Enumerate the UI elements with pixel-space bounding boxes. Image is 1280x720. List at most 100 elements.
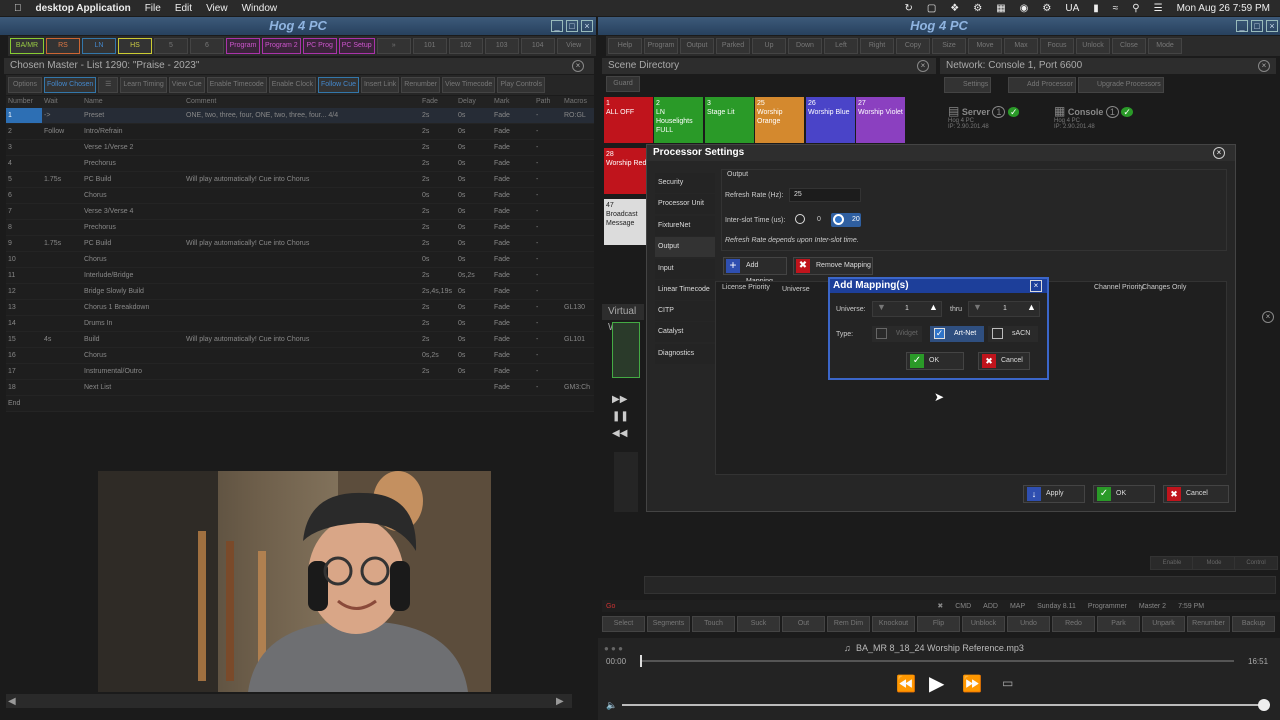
toolbar-button[interactable]: View <box>556 38 591 54</box>
window-icon[interactable]: ▢ <box>927 3 936 14</box>
cue-row[interactable]: 8 Prechorus 2s 0s Fade - <box>6 220 594 236</box>
cue-cell-macro[interactable] <box>562 364 594 379</box>
cue-cell-comment[interactable] <box>184 348 420 363</box>
cue-cell-comment[interactable] <box>184 364 420 379</box>
column-header[interactable]: Comment <box>184 96 420 108</box>
search-icon[interactable]: ⚲ <box>1132 3 1139 14</box>
cue-cell-mark[interactable] <box>492 396 534 411</box>
cue-cell-wait[interactable] <box>42 252 82 267</box>
cue-cell-wait[interactable] <box>42 364 82 379</box>
col-license-priority[interactable]: License Priority <box>722 284 772 291</box>
cue-cell-wait[interactable] <box>42 188 82 203</box>
cue-cell-macro[interactable] <box>562 204 594 219</box>
cue-row[interactable]: 11 Interlude/Bridge 2s 0s,2s Fade - <box>6 268 594 284</box>
close-icon[interactable]: × <box>917 60 929 72</box>
cue-row[interactable]: End <box>6 396 594 412</box>
cue-cell-wait[interactable] <box>42 300 82 315</box>
key-button[interactable]: Segments <box>647 616 690 632</box>
cue-cell-name[interactable]: Chorus 1 Breakdown <box>82 300 184 315</box>
key-button[interactable]: Redo <box>1052 616 1095 632</box>
key-button[interactable]: Unblock <box>962 616 1005 632</box>
interslot-radio-0[interactable] <box>795 214 805 224</box>
control-button[interactable]: Control <box>1234 556 1278 570</box>
cue-cell-fade[interactable]: 2s <box>420 332 456 347</box>
cue-row[interactable]: 2 Follow Intro/Refrain 2s 0s Fade - <box>6 124 594 140</box>
key-button[interactable]: Flip <box>917 616 960 632</box>
back-icon[interactable]: ◀◀ <box>612 428 627 439</box>
control-center-icon[interactable]: ☰ <box>1154 3 1163 14</box>
cue-cell-wait[interactable] <box>42 316 82 331</box>
cue-cell-name[interactable]: Verse 1/Verse 2 <box>82 140 184 155</box>
nav-catalyst[interactable]: Catalyst <box>655 322 715 342</box>
cue-cell-mark[interactable]: Fade <box>492 284 534 299</box>
key-button[interactable]: Select <box>602 616 645 632</box>
cue-cell-name[interactable]: Prechorus <box>82 156 184 171</box>
horizontal-scrollbar[interactable] <box>6 694 572 708</box>
cue-cell-mark[interactable]: Fade <box>492 188 534 203</box>
toolbar-button[interactable]: Parked <box>716 38 750 54</box>
menu-edit[interactable]: Edit <box>175 3 192 14</box>
cue-cell-mark[interactable]: Fade <box>492 364 534 379</box>
maximize-icon[interactable]: □ <box>1251 20 1263 32</box>
close-icon[interactable]: × <box>581 20 593 32</box>
cue-cell-fade[interactable]: 0s <box>420 188 456 203</box>
cue-cell-delay[interactable]: 0s,2s <box>456 268 492 283</box>
apple-menu-icon[interactable]:  <box>14 3 22 14</box>
grid-icon[interactable]: ▦ <box>996 3 1005 14</box>
cue-cell-name[interactable]: Bridge Slowly Build <box>82 284 184 299</box>
cue-cell-num[interactable]: 11 <box>6 268 42 283</box>
cue-cell-path[interactable]: - <box>534 284 562 299</box>
cue-cell-name[interactable]: Interlude/Bridge <box>82 268 184 283</box>
universe-to-stepper[interactable]: ▼ 1 ▲ <box>968 301 1040 317</box>
cue-cell-fade[interactable]: 2s <box>420 108 456 123</box>
cue-cell-path[interactable]: - <box>534 108 562 123</box>
cue-toolbar-button[interactable]: Learn Timing <box>120 77 167 93</box>
cue-cell-delay[interactable]: 0s <box>456 140 492 155</box>
toolbar-button[interactable]: Program <box>226 38 260 54</box>
cancel-button[interactable]: ✖ Cancel <box>1163 485 1229 503</box>
cue-cell-comment[interactable] <box>184 140 420 155</box>
cue-row[interactable]: 1 -> Preset ONE, two, three, four, ONE, two… <box>6 108 594 124</box>
fader-slider[interactable] <box>614 452 638 512</box>
cue-toolbar-button[interactable]: Enable Timecode <box>206 77 267 93</box>
universe-from-stepper[interactable]: ▼ 1 ▲ <box>872 301 942 317</box>
cue-cell-delay[interactable]: 0s <box>456 236 492 251</box>
key-button[interactable]: Park <box>1097 616 1140 632</box>
column-header[interactable]: Macros <box>562 96 594 108</box>
input-source-label[interactable]: UA <box>1065 3 1079 14</box>
toolbar-button[interactable]: Move <box>968 38 1002 54</box>
minimize-icon[interactable]: _ <box>1236 20 1248 32</box>
cue-cell-mark[interactable]: Fade <box>492 348 534 363</box>
toolbar-button[interactable]: HS <box>118 38 152 54</box>
cue-cell-mark[interactable]: Fade <box>492 140 534 155</box>
scene-button-3[interactable]: 3 Stage Lit <box>705 97 754 143</box>
cue-cell-name[interactable]: Prechorus <box>82 220 184 235</box>
cue-cell-fade[interactable]: 2s <box>420 156 456 171</box>
artnet-checkbox[interactable]: ✓ <box>934 328 945 339</box>
cue-cell-fade[interactable]: 0s <box>420 252 456 267</box>
cue-cell-num[interactable]: 16 <box>6 348 42 363</box>
cue-cell-comment[interactable] <box>184 204 420 219</box>
key-button[interactable]: Knockout <box>872 616 915 632</box>
cue-cell-fade[interactable]: 2s <box>420 204 456 219</box>
network-node-server[interactable]: ▤ Server 1 ✓ Hog 4 PC IP: 2.90.201.48 <box>948 104 1048 142</box>
cue-row[interactable]: 17 Instrumental/Outro 2s 0s Fade - <box>6 364 594 380</box>
cue-cell-wait[interactable]: -> <box>42 108 82 123</box>
cue-cell-delay[interactable]: 0s <box>456 252 492 267</box>
cue-cell-macro[interactable] <box>562 236 594 251</box>
cue-cell-num[interactable]: 8 <box>6 220 42 235</box>
toolbar-button[interactable]: Left <box>824 38 858 54</box>
cue-cell-macro[interactable] <box>562 268 594 283</box>
cue-toolbar-button[interactable]: Follow Chosen <box>44 77 97 93</box>
key-button[interactable]: Backup <box>1232 616 1275 632</box>
cue-cell-wait[interactable] <box>42 220 82 235</box>
ok-button[interactable]: ✓ OK <box>906 352 964 370</box>
cue-cell-path[interactable] <box>534 396 562 411</box>
cue-row[interactable]: 16 Chorus 0s,2s 0s Fade - <box>6 348 594 364</box>
cue-cell-mark[interactable]: Fade <box>492 332 534 347</box>
cue-cell-macro[interactable]: GM3:Ch <box>562 380 594 395</box>
fast-forward-icon[interactable]: ⏩ <box>962 674 982 694</box>
cue-cell-macro[interactable]: RO:GL <box>562 108 594 123</box>
toolbar-button[interactable]: » <box>376 38 411 54</box>
cue-cell-delay[interactable] <box>456 396 492 411</box>
